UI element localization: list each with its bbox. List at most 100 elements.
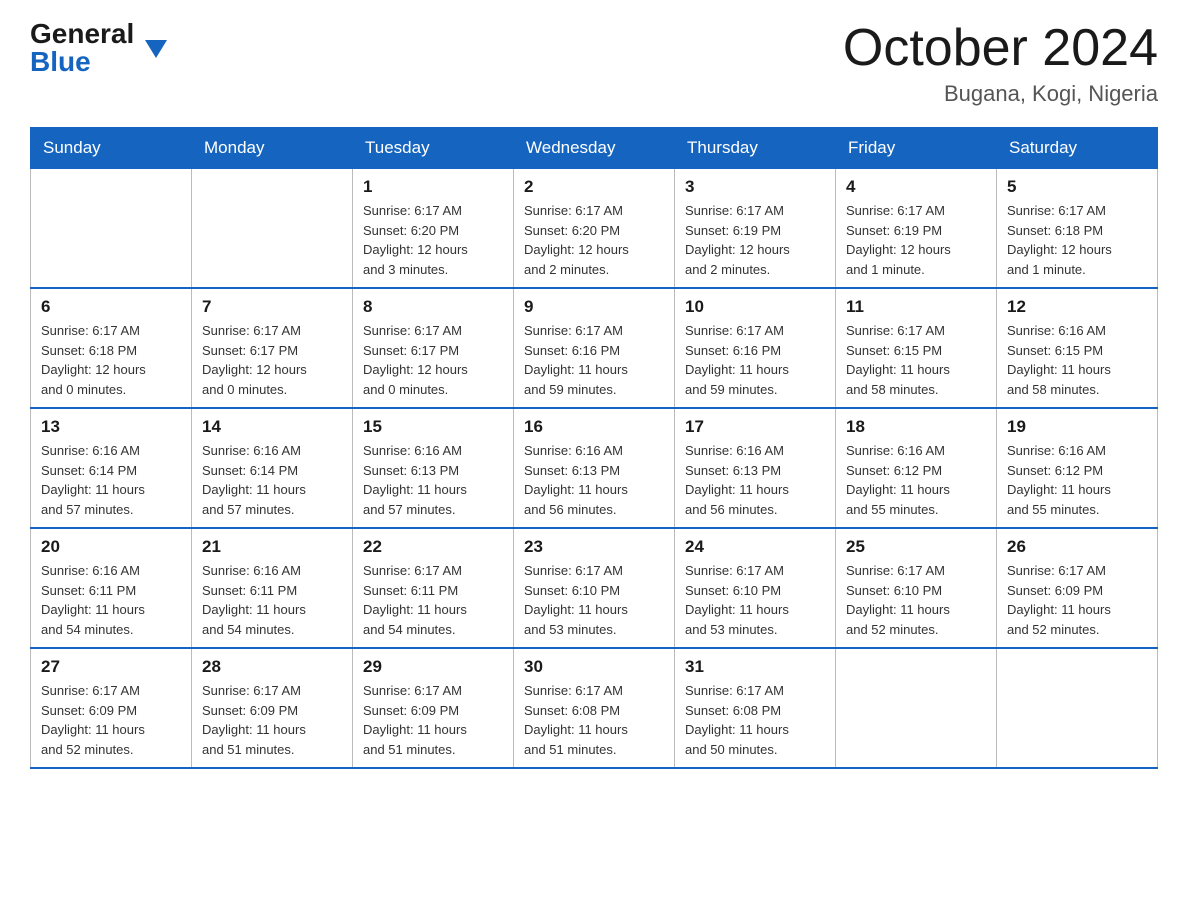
calendar-cell: 23 Sunrise: 6:17 AM Sunset: 6:10 PM Dayli…: [514, 528, 675, 648]
day-number: 1: [363, 177, 503, 197]
calendar-cell: 20 Sunrise: 6:16 AM Sunset: 6:11 PM Dayli…: [31, 528, 192, 648]
calendar-week-row: 27 Sunrise: 6:17 AM Sunset: 6:09 PM Dayli…: [31, 648, 1158, 768]
day-number: 16: [524, 417, 664, 437]
calendar-cell: 28 Sunrise: 6:17 AM Sunset: 6:09 PM Dayli…: [192, 648, 353, 768]
calendar-week-row: 20 Sunrise: 6:16 AM Sunset: 6:11 PM Dayli…: [31, 528, 1158, 648]
calendar-cell: [836, 648, 997, 768]
calendar-week-row: 13 Sunrise: 6:16 AM Sunset: 6:14 PM Dayli…: [31, 408, 1158, 528]
day-number: 4: [846, 177, 986, 197]
day-number: 14: [202, 417, 342, 437]
calendar-cell: 5 Sunrise: 6:17 AM Sunset: 6:18 PM Daylig…: [997, 169, 1158, 289]
calendar-cell: 18 Sunrise: 6:16 AM Sunset: 6:12 PM Dayli…: [836, 408, 997, 528]
calendar-cell: 29 Sunrise: 6:17 AM Sunset: 6:09 PM Dayli…: [353, 648, 514, 768]
location-subtitle: Bugana, Kogi, Nigeria: [843, 81, 1158, 107]
day-info: Sunrise: 6:17 AM Sunset: 6:09 PM Dayligh…: [1007, 561, 1147, 639]
calendar-cell: 17Sunrise: 6:16 AM Sunset: 6:13 PM Dayli…: [675, 408, 836, 528]
calendar-cell: 9 Sunrise: 6:17 AM Sunset: 6:16 PM Daylig…: [514, 288, 675, 408]
logo-arrow-icon: [145, 40, 167, 62]
calendar-cell: 6 Sunrise: 6:17 AM Sunset: 6:18 PM Daylig…: [31, 288, 192, 408]
calendar-cell: 25Sunrise: 6:17 AM Sunset: 6:10 PM Dayli…: [836, 528, 997, 648]
calendar-header-row: SundayMondayTuesdayWednesdayThursdayFrid…: [31, 128, 1158, 169]
calendar-table: SundayMondayTuesdayWednesdayThursdayFrid…: [30, 127, 1158, 769]
logo: General Blue: [30, 20, 145, 76]
day-info: Sunrise: 6:17 AM Sunset: 6:10 PM Dayligh…: [685, 561, 825, 639]
day-info: Sunrise: 6:17 AM Sunset: 6:20 PM Dayligh…: [524, 201, 664, 279]
day-info: Sunrise: 6:17 AM Sunset: 6:19 PM Dayligh…: [846, 201, 986, 279]
logo-blue-text: Blue: [30, 48, 91, 76]
day-info: Sunrise: 6:17 AM Sunset: 6:17 PM Dayligh…: [202, 321, 342, 399]
day-info: Sunrise: 6:17 AM Sunset: 6:09 PM Dayligh…: [363, 681, 503, 759]
day-number: 6: [41, 297, 181, 317]
calendar-cell: [31, 169, 192, 289]
calendar-cell: 4 Sunrise: 6:17 AM Sunset: 6:19 PM Daylig…: [836, 169, 997, 289]
day-number: 11: [846, 297, 986, 317]
calendar-week-row: 1 Sunrise: 6:17 AM Sunset: 6:20 PM Daylig…: [31, 169, 1158, 289]
day-number: 23: [524, 537, 664, 557]
day-number: 31: [685, 657, 825, 677]
day-number: 2: [524, 177, 664, 197]
day-info: Sunrise: 6:16 AM Sunset: 6:13 PM Dayligh…: [524, 441, 664, 519]
calendar-cell: 7 Sunrise: 6:17 AM Sunset: 6:17 PM Daylig…: [192, 288, 353, 408]
day-number: 28: [202, 657, 342, 677]
day-info: Sunrise: 6:17 AM Sunset: 6:16 PM Dayligh…: [524, 321, 664, 399]
day-info: Sunrise: 6:17 AM Sunset: 6:17 PM Dayligh…: [363, 321, 503, 399]
day-info: Sunrise: 6:17 AM Sunset: 6:09 PM Dayligh…: [41, 681, 181, 759]
day-info: Sunrise: 6:16 AM Sunset: 6:12 PM Dayligh…: [846, 441, 986, 519]
day-info: Sunrise: 6:17 AM Sunset: 6:20 PM Dayligh…: [363, 201, 503, 279]
logo-general-text: General: [30, 20, 134, 48]
weekday-header-thursday: Thursday: [675, 128, 836, 169]
day-info: Sunrise: 6:16 AM Sunset: 6:12 PM Dayligh…: [1007, 441, 1147, 519]
day-info: Sunrise: 6:16 AM Sunset: 6:14 PM Dayligh…: [41, 441, 181, 519]
calendar-cell: 10Sunrise: 6:17 AM Sunset: 6:16 PM Dayli…: [675, 288, 836, 408]
day-number: 27: [41, 657, 181, 677]
calendar-cell: 11 Sunrise: 6:17 AM Sunset: 6:15 PM Dayli…: [836, 288, 997, 408]
day-info: Sunrise: 6:16 AM Sunset: 6:11 PM Dayligh…: [202, 561, 342, 639]
day-number: 25: [846, 537, 986, 557]
calendar-cell: [997, 648, 1158, 768]
calendar-cell: 22Sunrise: 6:17 AM Sunset: 6:11 PM Dayli…: [353, 528, 514, 648]
weekday-header-friday: Friday: [836, 128, 997, 169]
day-number: 3: [685, 177, 825, 197]
day-number: 13: [41, 417, 181, 437]
day-number: 21: [202, 537, 342, 557]
calendar-cell: 26 Sunrise: 6:17 AM Sunset: 6:09 PM Dayli…: [997, 528, 1158, 648]
day-number: 10: [685, 297, 825, 317]
day-info: Sunrise: 6:16 AM Sunset: 6:15 PM Dayligh…: [1007, 321, 1147, 399]
day-info: Sunrise: 6:17 AM Sunset: 6:08 PM Dayligh…: [524, 681, 664, 759]
page-header: General Blue October 2024 Bugana, Kogi, …: [30, 20, 1158, 107]
day-info: Sunrise: 6:16 AM Sunset: 6:13 PM Dayligh…: [363, 441, 503, 519]
day-info: Sunrise: 6:17 AM Sunset: 6:10 PM Dayligh…: [524, 561, 664, 639]
weekday-header-tuesday: Tuesday: [353, 128, 514, 169]
day-info: Sunrise: 6:17 AM Sunset: 6:08 PM Dayligh…: [685, 681, 825, 759]
calendar-cell: 2 Sunrise: 6:17 AM Sunset: 6:20 PM Daylig…: [514, 169, 675, 289]
calendar-cell: 15 Sunrise: 6:16 AM Sunset: 6:13 PM Dayli…: [353, 408, 514, 528]
calendar-cell: 24Sunrise: 6:17 AM Sunset: 6:10 PM Dayli…: [675, 528, 836, 648]
calendar-cell: 27 Sunrise: 6:17 AM Sunset: 6:09 PM Dayli…: [31, 648, 192, 768]
month-title: October 2024: [843, 20, 1158, 77]
day-info: Sunrise: 6:17 AM Sunset: 6:09 PM Dayligh…: [202, 681, 342, 759]
day-number: 12: [1007, 297, 1147, 317]
day-number: 18: [846, 417, 986, 437]
calendar-cell: 14 Sunrise: 6:16 AM Sunset: 6:14 PM Dayli…: [192, 408, 353, 528]
title-block: October 2024 Bugana, Kogi, Nigeria: [843, 20, 1158, 107]
weekday-header-monday: Monday: [192, 128, 353, 169]
day-info: Sunrise: 6:17 AM Sunset: 6:18 PM Dayligh…: [1007, 201, 1147, 279]
weekday-header-wednesday: Wednesday: [514, 128, 675, 169]
calendar-cell: 8Sunrise: 6:17 AM Sunset: 6:17 PM Daylig…: [353, 288, 514, 408]
day-info: Sunrise: 6:16 AM Sunset: 6:14 PM Dayligh…: [202, 441, 342, 519]
calendar-cell: 21 Sunrise: 6:16 AM Sunset: 6:11 PM Dayli…: [192, 528, 353, 648]
day-number: 29: [363, 657, 503, 677]
day-number: 9: [524, 297, 664, 317]
calendar-week-row: 6 Sunrise: 6:17 AM Sunset: 6:18 PM Daylig…: [31, 288, 1158, 408]
day-info: Sunrise: 6:17 AM Sunset: 6:18 PM Dayligh…: [41, 321, 181, 399]
calendar-cell: 13 Sunrise: 6:16 AM Sunset: 6:14 PM Dayli…: [31, 408, 192, 528]
calendar-cell: 16 Sunrise: 6:16 AM Sunset: 6:13 PM Dayli…: [514, 408, 675, 528]
day-info: Sunrise: 6:17 AM Sunset: 6:15 PM Dayligh…: [846, 321, 986, 399]
calendar-cell: 31 Sunrise: 6:17 AM Sunset: 6:08 PM Dayli…: [675, 648, 836, 768]
day-number: 5: [1007, 177, 1147, 197]
day-number: 15: [363, 417, 503, 437]
day-number: 7: [202, 297, 342, 317]
day-number: 20: [41, 537, 181, 557]
day-info: Sunrise: 6:16 AM Sunset: 6:11 PM Dayligh…: [41, 561, 181, 639]
day-number: 26: [1007, 537, 1147, 557]
